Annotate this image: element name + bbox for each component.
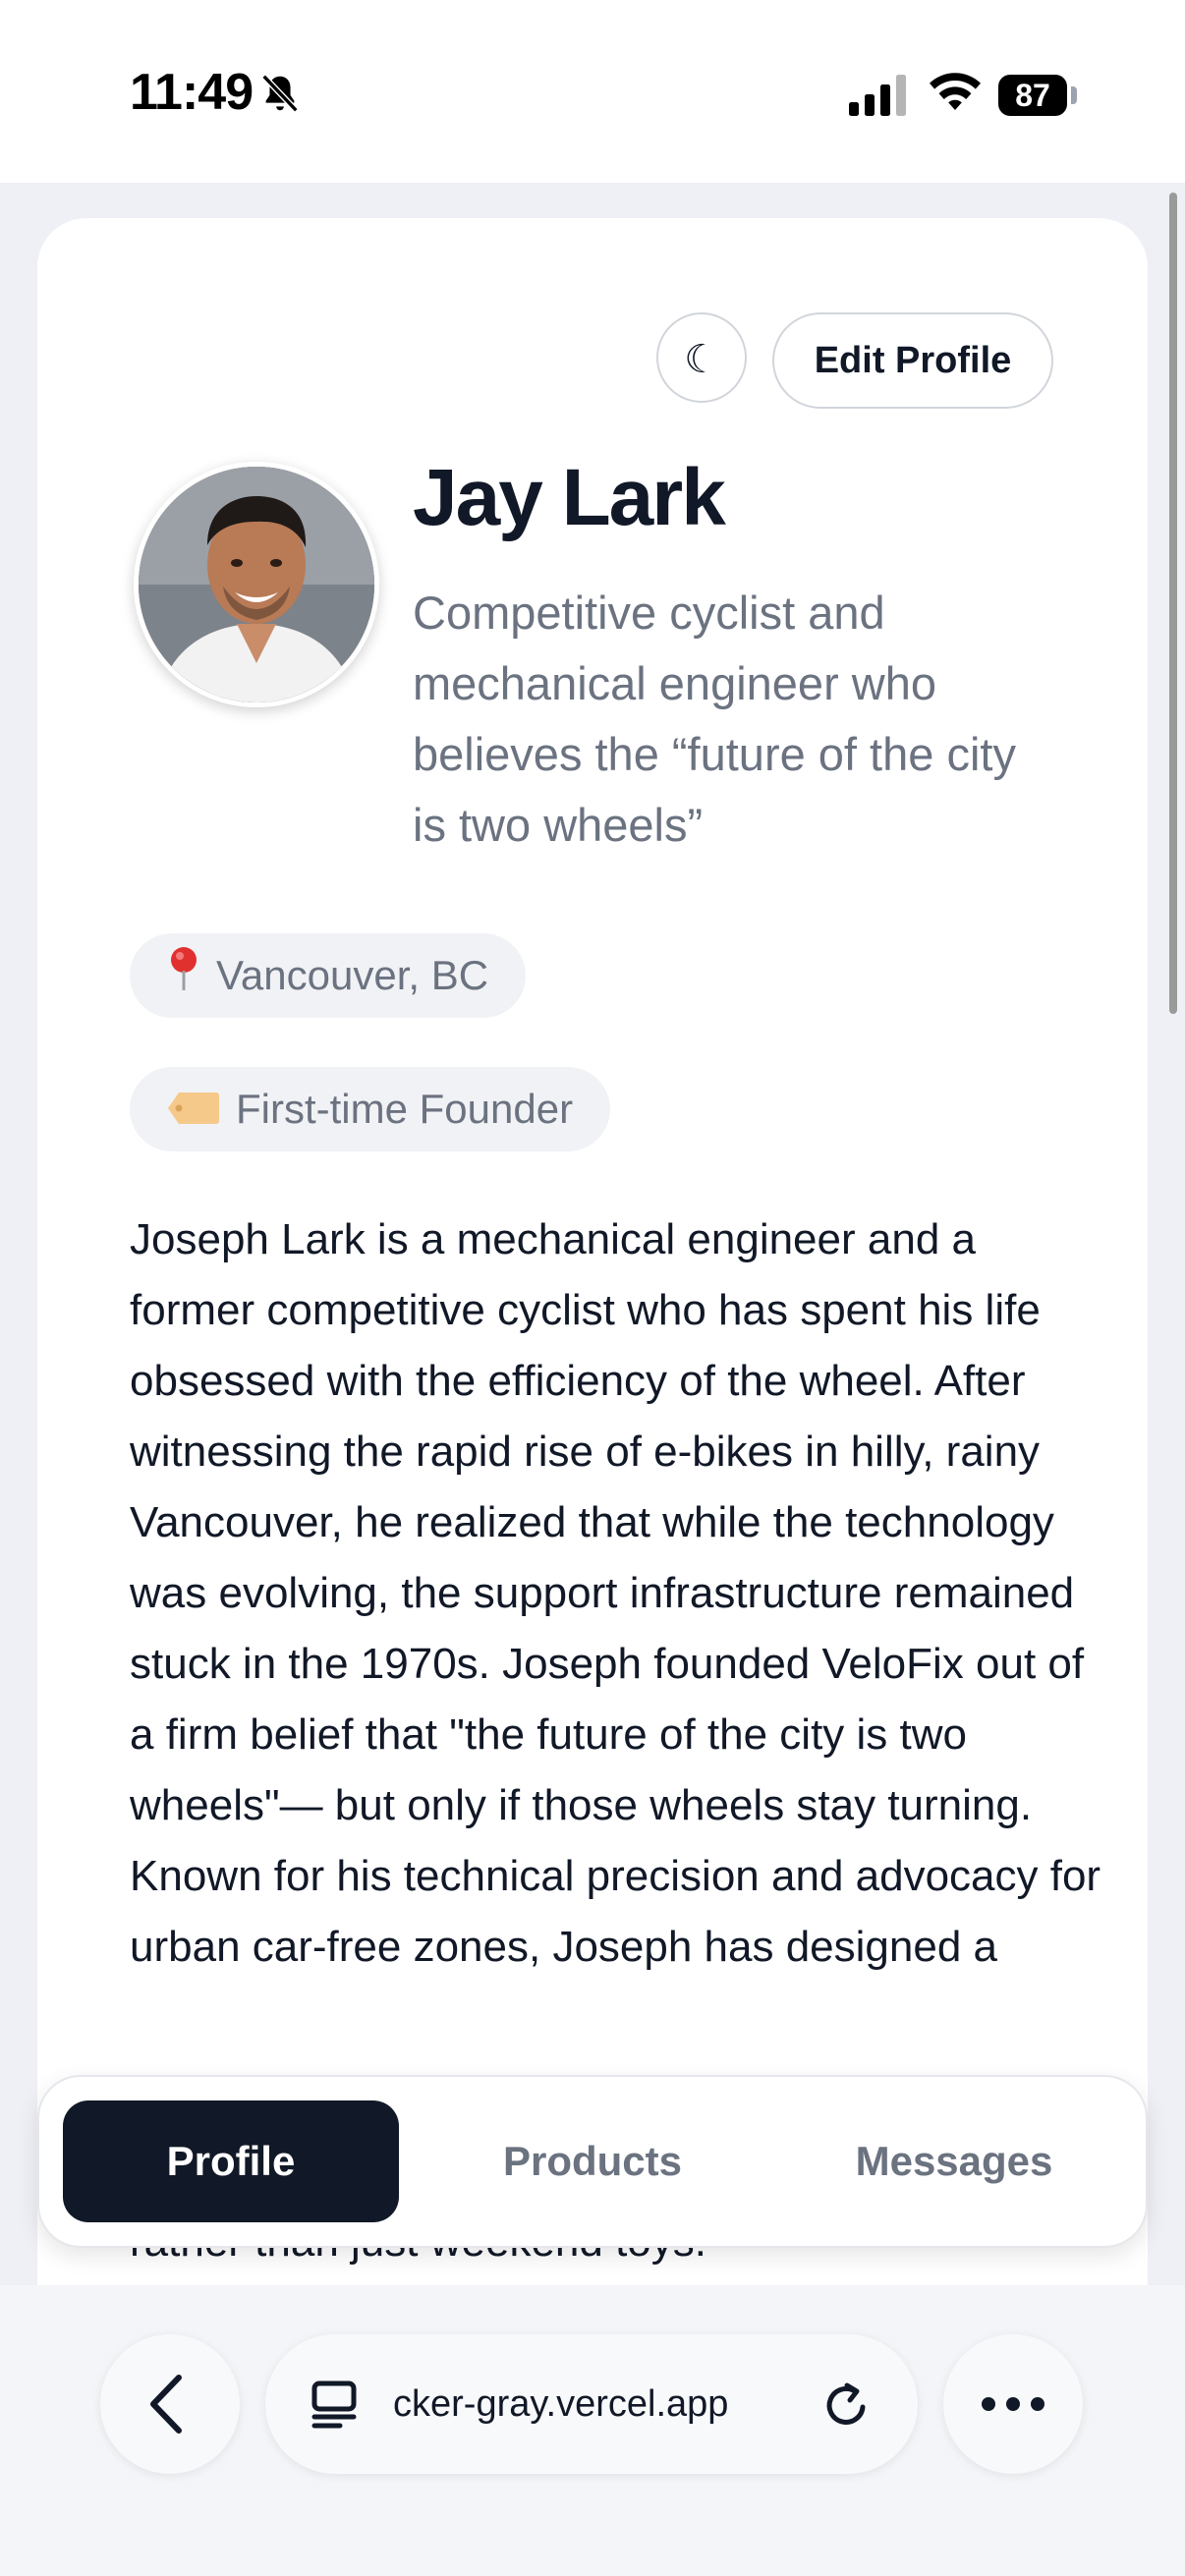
status-time: 11:49 xyxy=(130,64,254,121)
profile-tagline: Competitive cyclist and mechanical engin… xyxy=(413,587,1016,851)
tab-profile[interactable]: Profile xyxy=(63,2100,399,2222)
founder-badge-chip: First-time Founder xyxy=(130,1067,611,1154)
theme-toggle-button[interactable]: ☾ xyxy=(656,312,747,403)
browser-more-button[interactable] xyxy=(943,2334,1083,2474)
address-bar[interactable]: cker-gray.vercel.app xyxy=(265,2334,918,2474)
avatar xyxy=(134,462,379,707)
status-bar: 11:49 87 xyxy=(0,0,1185,183)
browser-back-button[interactable] xyxy=(100,2334,240,2474)
battery-indicator: 87 xyxy=(998,75,1067,116)
avatar-portrait xyxy=(139,467,374,702)
profile-name: Jay Lark xyxy=(413,453,726,542)
edit-profile-button[interactable]: Edit Profile xyxy=(772,312,1053,409)
bottom-tab-bar: Profile Products Messages xyxy=(37,2075,1148,2248)
tab-messages[interactable]: Messages xyxy=(786,2100,1122,2222)
founder-badge-label: First-time Founder xyxy=(236,1086,574,1132)
location-chip: Vancouver, BC xyxy=(130,933,527,1021)
bell-muted-icon xyxy=(261,74,299,113)
battery-tip xyxy=(1071,86,1077,104)
pin-icon xyxy=(167,936,200,1021)
reload-icon[interactable] xyxy=(819,2378,875,2433)
chevron-left-icon xyxy=(150,2375,182,2434)
moon-icon: ☾ xyxy=(684,338,719,381)
url-text[interactable]: cker-gray.vercel.app xyxy=(393,2334,796,2474)
tabs-overview-icon[interactable] xyxy=(309,2378,362,2431)
cellular-signal-icon xyxy=(849,75,906,116)
tab-products[interactable]: Products xyxy=(424,2100,761,2222)
tag-icon xyxy=(167,1070,220,1154)
location-label: Vancouver, BC xyxy=(216,952,489,998)
wifi-icon xyxy=(930,73,981,110)
scrollbar[interactable] xyxy=(1169,193,1177,1014)
profile-bio: Joseph Lark is a mechanical engineer and… xyxy=(130,1215,1101,1971)
more-dots-icon xyxy=(982,2397,1044,2411)
